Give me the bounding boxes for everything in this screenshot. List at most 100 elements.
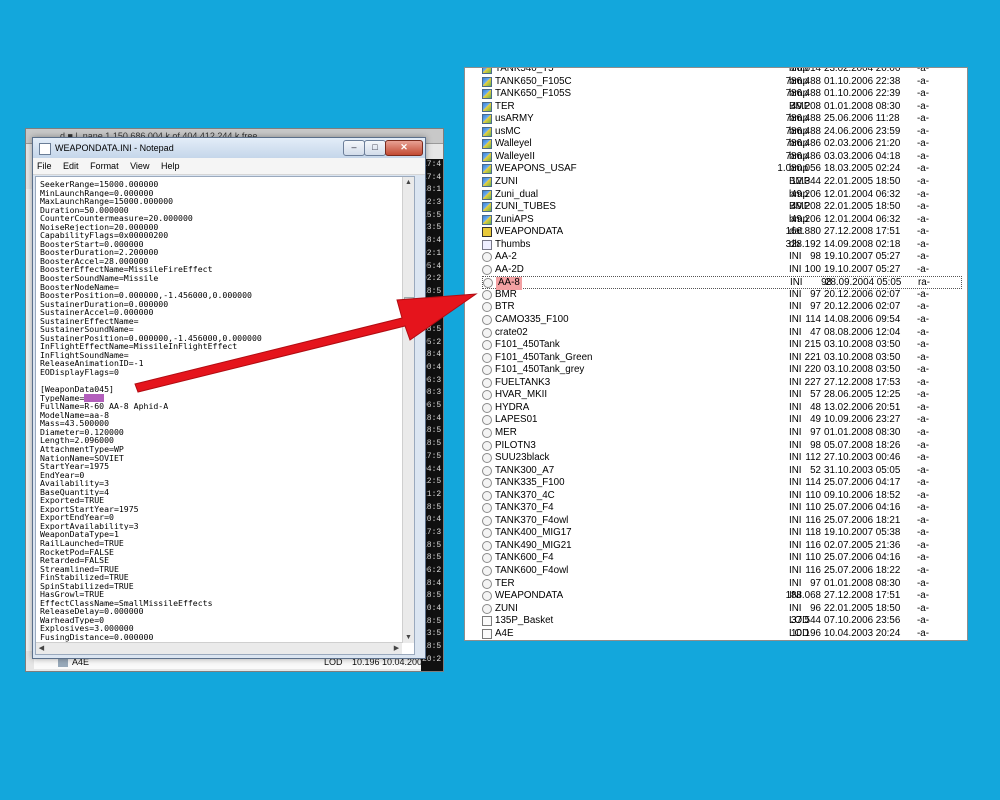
file-row[interactable]: TANK370_4C INI 110 09.10.2006 18:52 -a- (465, 490, 967, 503)
notepad-app-icon (39, 143, 51, 155)
file-attributes: -a- (917, 514, 929, 526)
file-attributes: -a- (917, 426, 929, 438)
notepad-line (40, 377, 405, 386)
menu-help[interactable]: Help (161, 161, 180, 171)
file-name: TANK400_MIG17 (495, 527, 572, 539)
vertical-scrollbar[interactable]: ▲ ▼ (402, 177, 414, 643)
file-attributes: -a- (917, 364, 929, 376)
file-attributes: -a- (917, 590, 929, 602)
notepad-line: EODisplayFlags=0 (40, 368, 405, 377)
file-row[interactable]: 135P_Basket LOD 37.544 07.10.2006 23:56 -a- (465, 615, 967, 628)
ini-icon (482, 427, 492, 438)
file-row[interactable]: BTR INI 97 20.12.2006 02:07 -a- (465, 301, 967, 314)
file-row[interactable]: Thumbs db 328.192 14.09.2008 02:18 -a- (465, 239, 967, 252)
file-row[interactable]: TANK600_F4 INI 110 25.07.2006 04:16 -a- (465, 552, 967, 565)
file-row[interactable]: Zuni_dual bmp 49.206 12.01.2004 06:32 -a- (465, 189, 967, 202)
file-row[interactable]: HYDRA INI 48 13.02.2006 20:51 -a- (465, 402, 967, 415)
file-name: BTR (495, 301, 515, 313)
file-row[interactable]: CAMO335_F100 INI 114 14.08.2006 09:54 -a- (465, 314, 967, 327)
bmp-icon (482, 214, 492, 225)
file-name: TANK300_A7 (495, 464, 555, 476)
file-row[interactable]: ZUNI BMP 12.344 22.01.2005 18:50 -a- (465, 176, 967, 189)
file-row[interactable]: ZUNI INI 96 22.01.2005 18:50 -a- (465, 603, 967, 616)
file-row[interactable]: AA-2 INI 98 19.10.2007 05:27 -a- (465, 251, 967, 264)
file-row[interactable]: LAPES01 INI 49 10.09.2006 23:27 -a- (465, 414, 967, 427)
file-row[interactable]: WEAPONDATA dat 166.880 27.12.2008 17:51 -a- (465, 226, 967, 239)
file-row[interactable]: AA-2D INI 100 19.10.2007 05:27 -a- (465, 264, 967, 277)
file-row[interactable]: ZUNI_TUBES BMP 49.208 22.01.2005 18:50 -a- (465, 201, 967, 214)
scroll-right-icon[interactable]: ▶ (392, 644, 401, 653)
file-row[interactable]: TANK650_F105C bmp 786.488 01.10.2006 22:38-… (465, 76, 967, 89)
menu-format[interactable]: Format (90, 161, 119, 171)
file-row[interactable]: TANK400_MIG17 INI 118 19.10.2007 05:38 -a- (465, 527, 967, 540)
file-row[interactable]: TANK370_F4owl INI 116 25.07.2006 18:21 -a- (465, 515, 967, 528)
file-row[interactable]: TANK600_F4owl INI 116 25.07.2006 18:22 -a- (465, 565, 967, 578)
file-row[interactable]: crate02 INI 47 08.08.2006 12:04 -a- (465, 327, 967, 340)
ini-icon (482, 440, 492, 451)
selected-text-highlight[interactable]: AA-8 (84, 393, 105, 403)
file-name: ZUNI_TUBES (495, 201, 556, 213)
scroll-left-icon[interactable]: ◀ (37, 644, 46, 653)
file-row[interactable]: TER INI 97 01.01.2008 08:30 -a- (465, 578, 967, 591)
scroll-thumb[interactable] (404, 297, 414, 309)
file-row[interactable]: F101_450Tank_Green INI 221 03.10.2008 03:50… (465, 352, 967, 365)
file-row[interactable]: F101_450Tank INI 215 03.10.2008 03:50 -a- (465, 339, 967, 352)
notepad-line: Exported=TRUE (40, 496, 405, 505)
menu-edit[interactable]: Edit (63, 161, 79, 171)
bmp-icon (482, 101, 492, 112)
notepad-line-text: ExportEndYear=0 (40, 513, 114, 522)
file-row[interactable]: HVAR_MKII INI 57 28.06.2005 12:25 -a- (465, 389, 967, 402)
file-row[interactable]: BMR INI 97 20.12.2006 02:07 -a- (465, 289, 967, 302)
file-row[interactable]: WEAPONDATA INI 188.068 27.12.2008 17:51 -a- (465, 590, 967, 603)
menu-file[interactable]: File (37, 161, 52, 171)
bmp-icon (482, 164, 492, 175)
notepad-line-text: RailLaunched=TRUE (40, 538, 124, 548)
file-row-selected[interactable]: AA-8 INI 98 28.09.2004 05:05 ra- (482, 276, 962, 290)
file-row[interactable]: MER INI 97 01.01.2008 08:30 -a- (465, 427, 967, 440)
minimize-button[interactable]: – (343, 140, 365, 156)
file-row[interactable]: TANK370_F4 INI 110 25.07.2006 04:16 -a- (465, 502, 967, 515)
file-row[interactable]: PILOTN3 INI 98 05.07.2008 18:26 -a- (465, 440, 967, 453)
file-row[interactable]: TANK540_T5 bmp 66.614 23.02.2004 20:06 -a- (465, 68, 967, 76)
file-row[interactable]: TANK650_F105S bmp 786.488 01.10.2006 22:39-… (465, 88, 967, 101)
file-row[interactable]: Walleyel bmp 786.486 02.03.2006 21:20 -a- (465, 138, 967, 151)
file-row[interactable]: TANK335_F100 INI 114 25.07.2006 04:17 -a- (465, 477, 967, 490)
file-row[interactable]: usMC bmp 786.488 24.06.2006 23:59 -a- (465, 126, 967, 139)
file-row[interactable]: TANK300_A7 INI 52 31.10.2003 05:05 -a- (465, 465, 967, 478)
file-row[interactable]: FUELTANK3 INI 227 27.12.2008 17:53 -a- (465, 377, 967, 390)
file-size: 786.488 (785, 88, 821, 100)
file-row[interactable]: TER BMP 49.208 01.01.2008 08:30 -a- (465, 101, 967, 114)
file-attributes: -a- (917, 150, 929, 162)
notepad-line: ExportAvailability=3 (40, 522, 405, 531)
maximize-button[interactable]: □ (364, 140, 386, 156)
notepad-line: Explosives=3.000000 (40, 624, 405, 633)
notepad-line: SustainerDuration=0.000000 (40, 300, 405, 309)
notepad-line-text: CounterCountermeasure=20.000000 (40, 214, 193, 223)
file-row[interactable]: F101_450Tank_grey INI 220 03.10.2008 03:50 -… (465, 364, 967, 377)
scroll-down-icon[interactable]: ▼ (404, 633, 413, 642)
file-row[interactable]: ZuniAPS bmp 49.206 12.01.2004 06:32 -a- (465, 214, 967, 227)
file-row[interactable]: A4E LOD 10.196 10.04.2003 20:24 -a- (465, 628, 967, 640)
bmp-icon (482, 176, 492, 187)
close-button[interactable]: ✕ (385, 140, 423, 156)
file-row[interactable]: WalleyeII bmp 786.486 03.03.2006 04:18 -a- (465, 151, 967, 164)
file-name: WEAPONDATA (495, 590, 564, 602)
notepad-title-bar[interactable]: WEAPONDATA.INI - Notepad – □ ✕ (33, 138, 425, 158)
file-size: 110 (805, 502, 821, 514)
file-size: 97 (810, 426, 821, 438)
bmp-icon (482, 139, 492, 150)
file-row[interactable]: TANK490_MIG21 INI 116 02.07.2005 21:36 -a- (465, 540, 967, 553)
ini-icon (482, 415, 492, 426)
file-attributes: -a- (917, 188, 929, 200)
file-row[interactable]: usARMY bmp 786.488 25.06.2006 11:28 -a- (465, 113, 967, 126)
scroll-up-icon[interactable]: ▲ (404, 178, 413, 187)
file-row[interactable]: WEAPONS_USAF bmp 1.080.056 18.03.2005 02:24… (465, 163, 967, 176)
bmp-icon (482, 202, 492, 213)
menu-view[interactable]: View (130, 161, 149, 171)
horizontal-scrollbar[interactable]: ◀ ▶ (36, 642, 402, 654)
file-name: ZuniAPS (495, 213, 534, 225)
notepad-text-area[interactable]: SeekerRange=15000.000000 MinLaunchRange=0… (35, 176, 415, 655)
file-date: 25.07.2006 04:16 (824, 552, 901, 564)
file-name: 135P_Basket (495, 615, 554, 627)
file-row[interactable]: SUU23black INI 112 27.10.2003 00:46 -a- (465, 452, 967, 465)
